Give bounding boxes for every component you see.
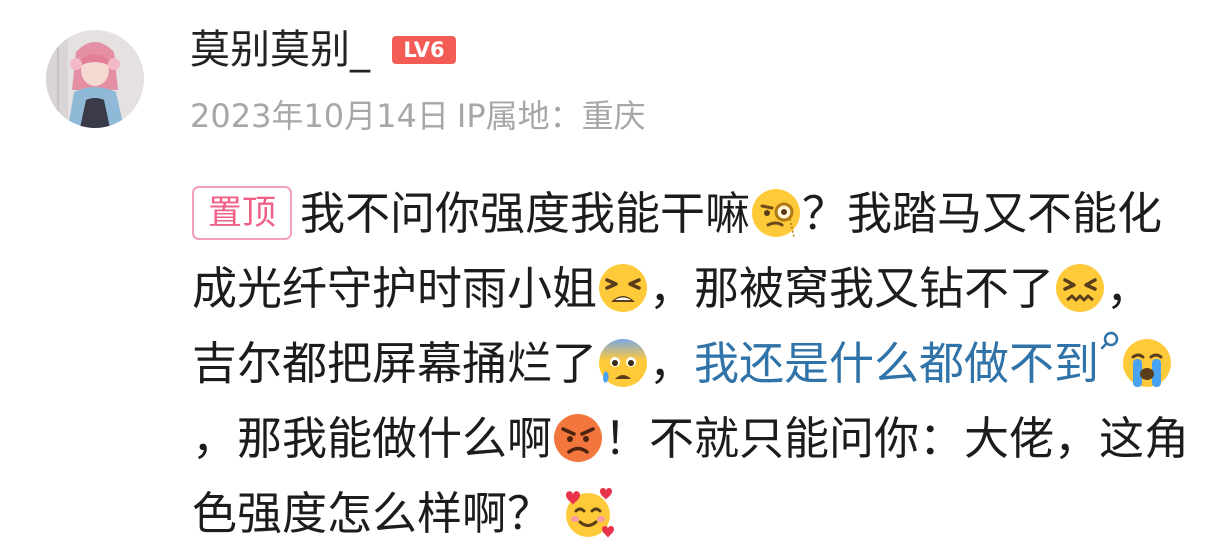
- angry-face-icon: [552, 412, 604, 464]
- anxious-sweat-face-icon: [597, 337, 649, 389]
- comment-text-1: 我不问你强度我能干嘛: [300, 187, 751, 240]
- comment-date: 2023年10月14日: [190, 97, 449, 135]
- comment-text-3: ，那被窝我又钻不了: [649, 262, 1055, 315]
- username[interactable]: 莫别莫别_: [190, 22, 370, 78]
- comment-text-5: ，: [649, 337, 695, 390]
- comment-body: 置顶 我不问你强度我能干嘛 ？我踏马又不能化成光纤守护时雨小姐 ，那被窝我又钻不了 ，吉…: [192, 176, 1192, 551]
- comment-text-6: ，那我能做什么啊: [192, 412, 553, 465]
- level-badge: LV6: [392, 36, 456, 64]
- smiling-hearts-face-icon: [562, 487, 615, 539]
- avatar[interactable]: [46, 30, 144, 128]
- confounded-face-icon: [1054, 262, 1106, 314]
- pinned-badge: 置顶: [192, 186, 292, 240]
- search-icon[interactable]: [1099, 330, 1121, 360]
- ip-location: IP属地：重庆: [456, 97, 646, 135]
- tired-face-icon: [597, 262, 649, 314]
- crying-face-icon: [1121, 337, 1173, 389]
- monocle-face-icon: [750, 187, 802, 239]
- comment-meta: 2023年10月14日 IP属地：重庆: [190, 92, 646, 140]
- search-link[interactable]: 我还是什么都做不到: [694, 337, 1099, 390]
